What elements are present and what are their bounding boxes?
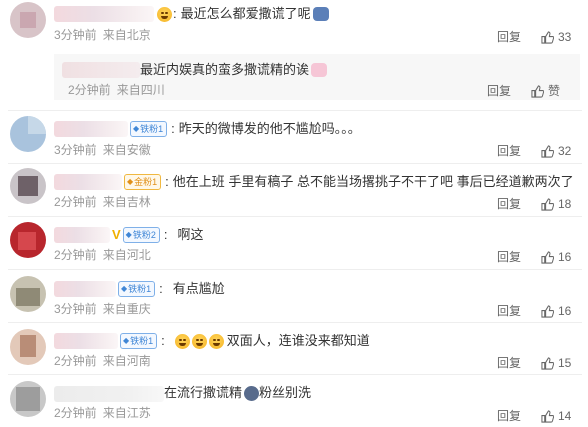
like-button[interactable]: 14	[541, 408, 571, 424]
pig-sticker-icon	[311, 63, 328, 77]
reply-button[interactable]: 回复	[497, 143, 521, 159]
comment-text: 有点尴尬	[172, 281, 225, 296]
like-button[interactable]: 赞	[531, 83, 560, 99]
username-blurred[interactable]	[54, 386, 164, 402]
divider	[8, 269, 582, 270]
sticker-icon	[312, 7, 329, 21]
comment-text: 最近怎么都爱撒谎了呢	[180, 6, 311, 21]
diamond-icon: ◆	[121, 284, 128, 293]
reply-time: 2分钟前	[68, 83, 111, 97]
like-button[interactable]: 33	[541, 29, 571, 45]
avatar[interactable]	[10, 2, 46, 38]
laugh-emoji-icon	[191, 333, 207, 349]
username-blurred[interactable]	[54, 121, 128, 137]
username-blurred[interactable]	[54, 174, 122, 190]
fan-badge: ◆ 铁粉1	[118, 281, 156, 297]
like-count: 33	[558, 30, 572, 44]
avatar[interactable]	[10, 381, 46, 417]
comment-text-row: : 最近怎么都爱撒谎了呢	[156, 5, 329, 23]
thumbs-up-icon	[541, 30, 554, 44]
thumbs-up-icon	[531, 84, 544, 98]
comment-text-row: ◆ 铁粉1 : 有点尴尬	[118, 280, 225, 298]
comment-meta: 3分钟前 来自安徽	[54, 143, 151, 157]
username-blurred[interactable]	[54, 6, 154, 22]
comment-meta: 2分钟前 来自河南	[54, 354, 151, 368]
fan-badge: ◆ 铁粉2	[122, 227, 160, 243]
like-button[interactable]: 18	[541, 196, 571, 212]
comment-text-row: 在流行撒谎精 粉丝别洗	[164, 384, 311, 402]
reply-location: 来自四川	[116, 83, 165, 97]
comment-text-row: ◆ 铁粉1 : 昨天的微博发的他不尴尬吗。。。	[130, 120, 361, 138]
comment-text-row: ◆ 金粉1 : 他在上班 手里有稿子 总不能当场撂挑子不干了吧 事后已经道歉两次了	[124, 173, 574, 191]
diamond-icon: ◆	[133, 124, 140, 133]
thumbs-up-icon	[541, 197, 554, 211]
reply-button[interactable]: 回复	[497, 303, 521, 319]
username-blurred[interactable]	[62, 62, 140, 78]
divider	[8, 216, 582, 217]
reply-text-row: 最近内娱真的蛮多撒谎精的诶	[140, 61, 328, 79]
avatar[interactable]	[10, 276, 46, 312]
diamond-icon: ◆	[125, 230, 132, 239]
comment-text: 啊这	[177, 227, 204, 242]
comment-time: 3分钟前	[54, 28, 97, 42]
comment-meta: 2分钟前 来自吉林	[54, 195, 151, 209]
avatar[interactable]	[10, 329, 46, 365]
thumbs-up-icon	[541, 304, 554, 318]
reply-button[interactable]: 回复	[497, 249, 521, 265]
comment-text: 昨天的微博发的他不尴尬吗。。。	[178, 121, 361, 136]
comment-text: 双面人，连谁没来都知道	[226, 333, 370, 348]
comment-text: 他在上班 手里有稿子 总不能当场撂挑子不干了吧 事后已经道歉两次了	[172, 174, 574, 189]
comment-meta: 3分钟前 来自北京	[54, 27, 151, 43]
fan-badge: ◆ 铁粉1	[120, 333, 158, 349]
like-button[interactable]: 32	[541, 143, 571, 159]
avatar[interactable]	[10, 116, 46, 152]
reply-button[interactable]: 回复	[497, 29, 521, 45]
diamond-icon: ◆	[123, 336, 130, 345]
reply-button[interactable]: 回复	[497, 408, 521, 424]
comment-meta: 2分钟前 来自河北	[54, 248, 151, 262]
comment-text-2: 粉丝别洗	[259, 385, 312, 400]
divider	[8, 110, 582, 111]
username-blurred[interactable]	[54, 227, 110, 243]
laugh-emoji-icon	[174, 333, 190, 349]
comment-meta: 3分钟前 来自重庆	[54, 302, 151, 316]
reply-button[interactable]: 回复	[497, 355, 521, 371]
avatar[interactable]	[10, 168, 46, 204]
divider	[8, 322, 582, 323]
diamond-icon: ◆	[127, 177, 134, 186]
reply-meta: 2分钟前 来自四川	[68, 82, 165, 98]
fan-badge: ◆ 金粉1	[124, 174, 162, 190]
reply-text: 最近内娱真的蛮多撒谎精的诶	[140, 62, 310, 77]
divider	[8, 374, 582, 375]
username-blurred[interactable]	[54, 333, 118, 349]
reply-button[interactable]: 回复	[487, 83, 511, 99]
laugh-emoji-icon	[208, 333, 224, 349]
username-blurred[interactable]	[54, 281, 116, 297]
reply-button[interactable]: 回复	[497, 196, 521, 212]
comment-meta: 2分钟前 来自江苏	[54, 406, 151, 420]
thumbs-up-icon	[541, 356, 554, 370]
thumbs-up-icon	[541, 250, 554, 264]
like-label: 赞	[548, 84, 561, 98]
divider	[8, 163, 582, 164]
like-button[interactable]: 15	[541, 355, 571, 371]
fan-badge: ◆ 铁粉1	[130, 121, 168, 137]
like-button[interactable]: 16	[541, 303, 571, 319]
thumbs-up-icon	[541, 144, 554, 158]
comment-location: 来自北京	[102, 28, 151, 42]
vip-icon: V	[112, 227, 121, 242]
thumbs-up-icon	[541, 409, 554, 423]
smile-emoji-icon	[157, 6, 172, 22]
sticker-icon	[244, 385, 260, 401]
comment-text: 在流行撒谎精	[164, 385, 243, 400]
comment-text-row: ◆ 铁粉1 : 双面人，连谁没来都知道	[120, 332, 370, 350]
comment-text-row: V ◆ 铁粉2 : 啊这	[112, 227, 204, 243]
like-button[interactable]: 16	[541, 249, 571, 265]
avatar[interactable]	[10, 222, 46, 258]
